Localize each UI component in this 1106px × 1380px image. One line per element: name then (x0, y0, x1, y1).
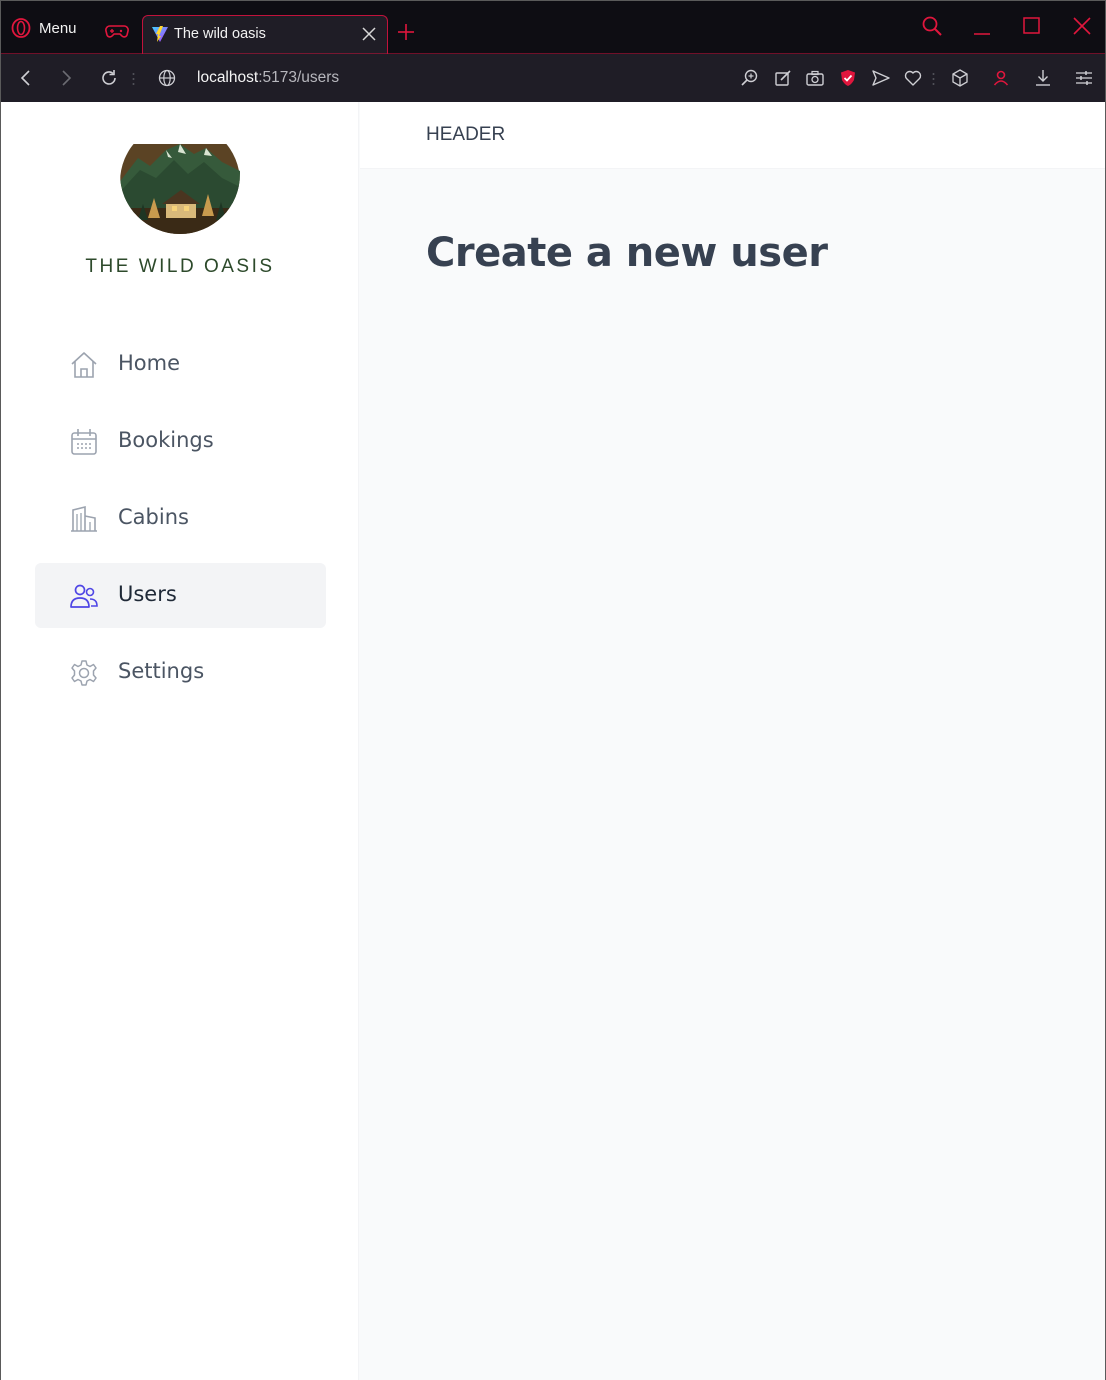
sidebar-item-users[interactable]: Users (35, 563, 326, 628)
calendar-icon (71, 429, 97, 455)
sidebar-item-label: Cabins (118, 505, 189, 529)
sidebar-item-label: Bookings (118, 428, 214, 452)
send-icon[interactable] (871, 68, 891, 88)
sidebar-item-label: Settings (118, 659, 205, 683)
browser-menu-button[interactable]: Menu (11, 15, 77, 41)
tab-strip: Menu The wild oasis (1, 1, 1105, 54)
opera-logo-icon (11, 18, 31, 38)
header-text: HEADER (426, 124, 506, 145)
active-tab[interactable]: The wild oasis (142, 15, 388, 54)
new-tab-plus-icon[interactable] (397, 23, 415, 41)
maximize-icon[interactable] (1021, 15, 1043, 37)
app-header: HEADER (360, 102, 1105, 169)
separator-dots-2 (932, 73, 935, 85)
browser-window: Menu The wild oasis localhost:5173/users… (0, 0, 1106, 1380)
camera-icon[interactable] (805, 68, 825, 88)
url-path: :5173/users (258, 69, 340, 86)
page-viewport: THE WILD OASIS Home Bookings Cabins User… (1, 102, 1105, 1380)
close-tab-icon[interactable] (362, 27, 376, 41)
forward-icon[interactable] (56, 68, 76, 88)
address-toolbar: localhost:5173/users (1, 54, 1105, 102)
sidebar-item-cabins[interactable]: Cabins (35, 486, 326, 551)
edit-share-icon[interactable] (773, 68, 793, 88)
cube-icon[interactable] (950, 68, 970, 88)
browser-menu-label: Menu (39, 19, 77, 37)
minimize-icon[interactable] (971, 15, 993, 37)
buildings-icon (71, 505, 97, 532)
home-icon (71, 352, 97, 378)
gamepad-icon[interactable] (105, 21, 129, 41)
heart-icon[interactable] (903, 68, 923, 88)
separator-dots (132, 73, 135, 85)
gear-icon (71, 660, 97, 686)
search-tabs-icon[interactable] (921, 15, 943, 37)
url-host: localhost (197, 69, 259, 86)
sidebar-item-label: Users (118, 582, 177, 606)
close-window-icon[interactable] (1071, 15, 1093, 37)
zoom-icon[interactable] (740, 68, 760, 88)
easy-setup-icon[interactable] (1074, 68, 1094, 88)
vite-favicon-icon (152, 26, 168, 42)
tab-title: The wild oasis (174, 26, 266, 42)
back-icon[interactable] (16, 68, 36, 88)
sidebar: THE WILD OASIS Home Bookings Cabins User… (1, 102, 359, 1380)
address-bar[interactable]: localhost:5173/users (197, 69, 339, 87)
download-icon[interactable] (1033, 68, 1053, 88)
globe-icon[interactable] (157, 68, 177, 88)
sidebar-item-settings[interactable]: Settings (35, 640, 326, 705)
sidebar-item-home[interactable]: Home (35, 332, 326, 397)
brand-name: THE WILD OASIS (85, 256, 275, 277)
sidebar-item-label: Home (118, 351, 181, 375)
adblock-shield-icon[interactable] (838, 68, 858, 88)
profile-icon[interactable] (991, 68, 1011, 88)
sidebar-item-bookings[interactable]: Bookings (35, 409, 326, 474)
users-icon (70, 584, 98, 608)
page-title: Create a new user (426, 230, 828, 276)
reload-icon[interactable] (99, 68, 119, 88)
wild-oasis-logo[interactable] (118, 144, 242, 240)
